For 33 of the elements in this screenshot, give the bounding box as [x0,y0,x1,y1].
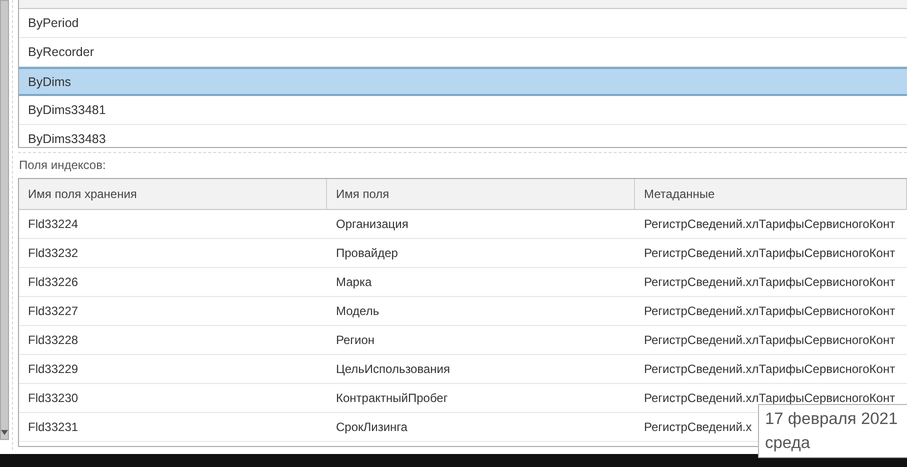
table-cell: Провайдер [336,246,398,260]
column-header[interactable]: Метаданные [635,179,907,209]
index-row[interactable]: ByDims [19,67,907,96]
table-cell: Fld33231 [28,420,78,434]
table-cell: Модель [336,304,380,318]
column-header[interactable]: Имя поля хранения [19,179,327,209]
table-cell: Организация [336,217,408,231]
table-cell: РегистрСведений.хлТарифыСервисногоКонт [644,333,896,347]
table-cell: РегистрСведений.хлТарифыСервисногоКонт [644,246,896,260]
scroll-down-icon[interactable] [1,430,8,435]
table-cell: РегистрСведений.х [644,420,752,434]
column-header[interactable]: Имя поля [327,179,635,209]
table-cell: КонтрактныйПробег [336,391,448,405]
table-cell: Fld33224 [28,217,78,231]
section-label: Поля индексов: [18,157,107,174]
table-cell: ЦельИспользования [336,362,450,376]
table-cell: РегистрСведений.хлТарифыСервисногоКонт [644,304,896,318]
table-cell: РегистрСведений.хлТарифыСервисногоКонт [644,217,896,231]
table-cell: Fld33227 [28,304,78,318]
scrollbar[interactable] [0,0,9,440]
table-cell: Регион [336,333,375,347]
table-cell: РегистрСведений.хлТарифыСервисногоКонт [644,391,896,405]
tooltip-date: 17 февраля 2021 [765,409,899,430]
table-cell: Fld33229 [28,362,78,376]
table-cell: Марка [336,275,372,289]
table-cell: Fld33230 [28,391,78,405]
table-cell: РегистрСведений.хлТарифыСервисногоКонт [644,362,896,376]
table-cell: РегистрСведений.хлТарифыСервисногоКонт [644,275,896,289]
tooltip-weekday: среда [765,433,812,454]
table-cell: Fld33226 [28,275,78,289]
table-cell: Fld33232 [28,246,78,260]
table-cell: СрокЛизинга [336,420,408,434]
table-cell: Fld33228 [28,333,78,347]
